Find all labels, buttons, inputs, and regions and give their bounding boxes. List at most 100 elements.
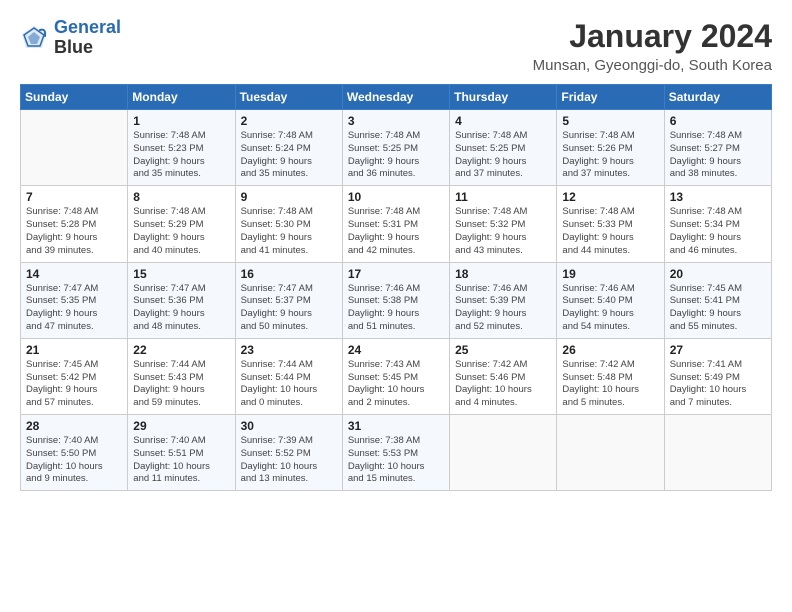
day-detail: Sunrise: 7:45 AM Sunset: 5:42 PM Dayligh… [26,359,123,410]
day-number: 17 [348,267,445,281]
calendar-cell: 5 Sunrise: 7:48 AM Sunset: 5:26 PM Daylig… [557,110,664,186]
day-number: 5 [562,114,659,128]
day-number: 20 [670,267,767,281]
day-number: 24 [348,343,445,357]
day-of-week-friday: Friday [557,85,664,110]
calendar-cell: 7 Sunrise: 7:48 AM Sunset: 5:28 PM Daylig… [21,186,128,262]
day-number: 29 [133,419,230,433]
day-number: 3 [348,114,445,128]
day-of-week-wednesday: Wednesday [342,85,449,110]
week-row-1: 1 Sunrise: 7:48 AM Sunset: 5:23 PM Daylig… [21,110,772,186]
day-number: 28 [26,419,123,433]
day-number: 12 [562,190,659,204]
day-of-week-sunday: Sunday [21,85,128,110]
day-number: 10 [348,190,445,204]
calendar-cell: 28 Sunrise: 7:40 AM Sunset: 5:50 PM Dayli… [21,415,128,491]
calendar-cell [557,415,664,491]
logo-line1: General [54,17,121,37]
day-detail: Sunrise: 7:43 AM Sunset: 5:45 PM Dayligh… [348,359,445,410]
calendar-cell [664,415,771,491]
day-number: 26 [562,343,659,357]
calendar-cell: 10 Sunrise: 7:48 AM Sunset: 5:31 PM Dayli… [342,186,449,262]
calendar-cell: 19Sunrise: 7:46 AM Sunset: 5:40 PM Dayli… [557,262,664,338]
calendar-cell [21,110,128,186]
day-detail: Sunrise: 7:48 AM Sunset: 5:26 PM Dayligh… [562,130,659,181]
day-detail: Sunrise: 7:48 AM Sunset: 5:23 PM Dayligh… [133,130,230,181]
calendar-cell: 22 Sunrise: 7:44 AM Sunset: 5:43 PM Dayli… [128,338,235,414]
calendar-cell: 18 Sunrise: 7:46 AM Sunset: 5:39 PM Dayli… [450,262,557,338]
calendar-cell: 23 Sunrise: 7:44 AM Sunset: 5:44 PM Dayli… [235,338,342,414]
logo: General Blue [20,18,121,58]
day-detail: Sunrise: 7:48 AM Sunset: 5:24 PM Dayligh… [241,130,338,181]
day-number: 23 [241,343,338,357]
calendar-cell: 26 Sunrise: 7:42 AM Sunset: 5:48 PM Dayli… [557,338,664,414]
day-detail: Sunrise: 7:44 AM Sunset: 5:43 PM Dayligh… [133,359,230,410]
calendar-cell: 17 Sunrise: 7:46 AM Sunset: 5:38 PM Dayli… [342,262,449,338]
day-of-week-thursday: Thursday [450,85,557,110]
day-detail: Sunrise: 7:41 AM Sunset: 5:49 PM Dayligh… [670,359,767,410]
calendar-cell: 31 Sunrise: 7:38 AM Sunset: 5:53 PM Dayli… [342,415,449,491]
week-row-3: 14 Sunrise: 7:47 AM Sunset: 5:35 PM Dayli… [21,262,772,338]
title-block: January 2024 Munsan, Gyeonggi-do, South … [533,18,772,74]
day-number: 6 [670,114,767,128]
day-detail: Sunrise: 7:48 AM Sunset: 5:29 PM Dayligh… [133,206,230,257]
day-detail: Sunrise: 7:48 AM Sunset: 5:33 PM Dayligh… [562,206,659,257]
day-detail: Sunrise: 7:48 AM Sunset: 5:32 PM Dayligh… [455,206,552,257]
day-of-week-monday: Monday [128,85,235,110]
day-number: 30 [241,419,338,433]
day-detail: Sunrise: 7:48 AM Sunset: 5:27 PM Dayligh… [670,130,767,181]
day-number: 18 [455,267,552,281]
day-detail: Sunrise: 7:38 AM Sunset: 5:53 PM Dayligh… [348,435,445,486]
day-number: 15 [133,267,230,281]
week-row-2: 7 Sunrise: 7:48 AM Sunset: 5:28 PM Daylig… [21,186,772,262]
week-row-4: 21Sunrise: 7:45 AM Sunset: 5:42 PM Dayli… [21,338,772,414]
day-detail: Sunrise: 7:48 AM Sunset: 5:30 PM Dayligh… [241,206,338,257]
day-number: 25 [455,343,552,357]
day-detail: Sunrise: 7:46 AM Sunset: 5:40 PM Dayligh… [562,283,659,334]
day-number: 22 [133,343,230,357]
logo-icon [20,24,48,52]
day-number: 11 [455,190,552,204]
calendar-cell: 24 Sunrise: 7:43 AM Sunset: 5:45 PM Dayli… [342,338,449,414]
calendar-cell: 27Sunrise: 7:41 AM Sunset: 5:49 PM Dayli… [664,338,771,414]
calendar-cell: 30 Sunrise: 7:39 AM Sunset: 5:52 PM Dayli… [235,415,342,491]
day-detail: Sunrise: 7:48 AM Sunset: 5:28 PM Dayligh… [26,206,123,257]
day-detail: Sunrise: 7:48 AM Sunset: 5:31 PM Dayligh… [348,206,445,257]
calendar-cell: 20 Sunrise: 7:45 AM Sunset: 5:41 PM Dayli… [664,262,771,338]
calendar-cell: 6 Sunrise: 7:48 AM Sunset: 5:27 PM Daylig… [664,110,771,186]
calendar-cell [450,415,557,491]
day-number: 14 [26,267,123,281]
day-detail: Sunrise: 7:44 AM Sunset: 5:44 PM Dayligh… [241,359,338,410]
day-detail: Sunrise: 7:47 AM Sunset: 5:36 PM Dayligh… [133,283,230,334]
logo-line2: Blue [54,38,121,58]
calendar-cell: 2Sunrise: 7:48 AM Sunset: 5:24 PM Daylig… [235,110,342,186]
calendar-cell: 16Sunrise: 7:47 AM Sunset: 5:37 PM Dayli… [235,262,342,338]
header: General Blue January 2024 Munsan, Gyeong… [20,18,772,74]
day-number: 8 [133,190,230,204]
day-detail: Sunrise: 7:46 AM Sunset: 5:39 PM Dayligh… [455,283,552,334]
day-detail: Sunrise: 7:46 AM Sunset: 5:38 PM Dayligh… [348,283,445,334]
calendar-cell: 1 Sunrise: 7:48 AM Sunset: 5:23 PM Daylig… [128,110,235,186]
day-number: 7 [26,190,123,204]
day-detail: Sunrise: 7:39 AM Sunset: 5:52 PM Dayligh… [241,435,338,486]
day-number: 1 [133,114,230,128]
day-detail: Sunrise: 7:40 AM Sunset: 5:50 PM Dayligh… [26,435,123,486]
day-number: 16 [241,267,338,281]
calendar-cell: 12 Sunrise: 7:48 AM Sunset: 5:33 PM Dayli… [557,186,664,262]
day-number: 31 [348,419,445,433]
day-detail: Sunrise: 7:45 AM Sunset: 5:41 PM Dayligh… [670,283,767,334]
day-detail: Sunrise: 7:47 AM Sunset: 5:35 PM Dayligh… [26,283,123,334]
calendar-cell: 3 Sunrise: 7:48 AM Sunset: 5:25 PM Daylig… [342,110,449,186]
day-detail: Sunrise: 7:42 AM Sunset: 5:48 PM Dayligh… [562,359,659,410]
calendar-cell: 29Sunrise: 7:40 AM Sunset: 5:51 PM Dayli… [128,415,235,491]
calendar-cell: 8 Sunrise: 7:48 AM Sunset: 5:29 PM Daylig… [128,186,235,262]
day-detail: Sunrise: 7:48 AM Sunset: 5:25 PM Dayligh… [348,130,445,181]
calendar-cell: 21Sunrise: 7:45 AM Sunset: 5:42 PM Dayli… [21,338,128,414]
calendar-cell: 9Sunrise: 7:48 AM Sunset: 5:30 PM Daylig… [235,186,342,262]
day-of-week-tuesday: Tuesday [235,85,342,110]
page-container: General Blue January 2024 Munsan, Gyeong… [0,0,792,501]
day-number: 4 [455,114,552,128]
calendar-cell: 11 Sunrise: 7:48 AM Sunset: 5:32 PM Dayli… [450,186,557,262]
calendar-cell: 14 Sunrise: 7:47 AM Sunset: 5:35 PM Dayli… [21,262,128,338]
month-title: January 2024 [533,18,772,55]
